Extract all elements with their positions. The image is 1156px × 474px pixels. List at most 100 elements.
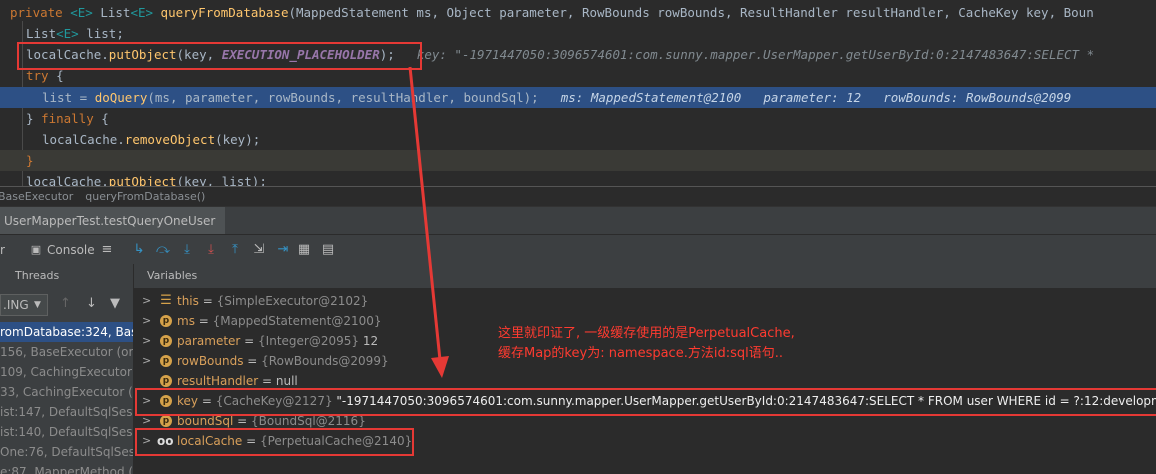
breadcrumb: BaseExecutor queryFromDatabase() <box>0 186 1156 207</box>
code-line-6[interactable]: } finally { <box>0 108 1156 129</box>
frames-panel: Threads .ING ▼ ↑ ↓ ▼ romDatabase:324, Ba… <box>0 264 134 474</box>
variable-row-this[interactable]: > ☰ this = {SimpleExecutor@2102} <box>134 291 1156 311</box>
put-object-call-2: putObject <box>108 174 177 186</box>
parameter-icon: p <box>160 375 172 387</box>
inline-hint-ms: ms: MappedStatement@2100 <box>560 90 742 105</box>
variable-name: boundSql <box>177 414 234 428</box>
keyword-private: private <box>10 5 63 20</box>
thread-selector[interactable]: .ING ▼ <box>0 294 48 316</box>
equals: = <box>194 314 213 328</box>
execution-point-line[interactable]: list = doQuery(ms, parameter, rowBounds,… <box>0 87 1156 108</box>
frame-row[interactable]: e:87, MapperMethod (o <box>0 462 133 474</box>
evaluate-expression-icon[interactable]: ▦ <box>296 241 312 259</box>
inline-hint-parameter: parameter: 12 <box>763 90 862 105</box>
annotation-line-2: 缓存Map的key为: namespace.方法id:sql语句.. <box>498 346 783 361</box>
local-var: list; <box>78 26 124 41</box>
arrow-down-icon[interactable]: ↓ <box>86 296 97 311</box>
drop-frame-icon[interactable]: ⇲ <box>251 241 267 259</box>
code-line-2[interactable]: List<E> list; <box>0 23 1156 44</box>
code-editor[interactable]: private <E> List<E> queryFromDatabase(Ma… <box>0 0 1156 186</box>
console-icon: ▣ <box>30 243 42 256</box>
variable-name: rowBounds <box>177 354 244 368</box>
put-placeholder-highlight-box <box>17 42 422 70</box>
call-args: (key, list); <box>176 174 267 186</box>
remove-object-call: removeObject <box>124 132 216 147</box>
variable-type: {Integer@2095} <box>258 334 360 348</box>
parameter-icon: p <box>160 315 172 327</box>
breadcrumb-class[interactable]: BaseExecutor <box>0 190 73 203</box>
arrow-up-icon[interactable]: ↑ <box>60 296 71 311</box>
local-type: List <box>26 26 57 41</box>
chevron-right-icon[interactable]: > <box>142 331 151 351</box>
parameter-icon: p <box>160 355 172 367</box>
cache-ref: localCache. <box>26 174 109 186</box>
thread-selector-value: .ING <box>3 298 29 312</box>
fields-icon: ☰ <box>160 293 172 308</box>
inline-value-hint: key: "-1971447050:3096574601:com.sunny.m… <box>416 47 1095 62</box>
variable-value: null <box>275 374 298 388</box>
variable-type: {MappedStatement@2100} <box>212 314 382 328</box>
close-brace: } <box>26 153 34 168</box>
method-name: queryFromDatabase <box>160 5 289 20</box>
close-brace: } <box>26 111 42 126</box>
chevron-right-icon[interactable]: > <box>142 311 151 331</box>
return-type: List <box>100 5 131 20</box>
force-step-into-icon[interactable]: ⤓ <box>203 241 219 259</box>
frame-row[interactable]: romDatabase:324, Bas <box>0 322 133 342</box>
chevron-right-icon[interactable]: > <box>142 291 151 311</box>
variables-header: Variables <box>134 264 1156 289</box>
variable-type: {RowBounds@2099} <box>261 354 389 368</box>
do-query-args: (ms, parameter, rowBounds, resultHandler… <box>147 90 539 105</box>
debug-tab-bar: UserMapperTest.testQueryOneUser <box>0 206 1156 235</box>
variable-value: 12 <box>359 334 379 348</box>
key-highlight-box <box>135 388 1156 416</box>
frame-row[interactable]: ist:147, DefaultSqlSessi <box>0 402 133 422</box>
variable-type: {SimpleExecutor@2102} <box>216 294 369 308</box>
step-over-icon[interactable]: ⤼ <box>155 241 171 259</box>
threads-label[interactable]: Threads <box>15 264 59 288</box>
local-type-param: <E> <box>56 26 79 41</box>
equals: = <box>233 414 252 428</box>
code-line-1[interactable]: private <E> List<E> queryFromDatabase(Ma… <box>0 2 1156 23</box>
equals: = <box>198 294 217 308</box>
type-param: <E> <box>70 5 93 20</box>
run-to-cursor-icon[interactable]: ⇥ <box>275 241 291 259</box>
show-execution-point-icon[interactable]: ↳ <box>131 241 147 259</box>
frame-row[interactable]: 156, BaseExecutor (org. <box>0 342 133 362</box>
debug-session-tab[interactable]: UserMapperTest.testQueryOneUser <box>0 207 226 235</box>
step-out-icon[interactable]: ⤒ <box>227 241 243 259</box>
parameter-icon: p <box>160 415 172 427</box>
filter-icon[interactable]: ▼ <box>110 296 120 311</box>
debug-toolbar: r ▣ Console ≡ ↳ ⤼ ⤓ ⤓ ⤒ ⇲ ⇥ ▦ ▤ <box>0 234 1156 266</box>
variable-type: {BoundSql@2116} <box>251 414 366 428</box>
breadcrumb-method[interactable]: queryFromDatabase() <box>85 190 205 203</box>
frame-row[interactable]: 109, CachingExecutor (o <box>0 362 133 382</box>
code-line-8[interactable]: } <box>0 150 1156 171</box>
parameter-icon: p <box>160 335 172 347</box>
frames-header: Threads <box>0 264 133 288</box>
menu-icon[interactable]: ≡ <box>99 241 115 259</box>
do-query-call: doQuery <box>94 90 148 105</box>
code-line-9[interactable]: localCache.putObject(key, list); <box>0 171 1156 186</box>
console-tab[interactable]: Console <box>47 240 95 260</box>
annotation-line-1: 这里就印证了, 一级缓存使用的是PerpetualCache, <box>498 326 795 341</box>
keyword-finally: finally <box>41 111 94 126</box>
localcache-highlight-box <box>135 428 414 456</box>
cache-ref: localCache. <box>42 132 125 147</box>
code-line-7[interactable]: localCache.removeObject(key); <box>0 129 1156 150</box>
trace-icon[interactable]: ▤ <box>320 241 336 259</box>
brace: { <box>48 68 64 83</box>
keyword-try: try <box>26 68 49 83</box>
frame-row[interactable]: 33, CachingExecutor (o <box>0 382 133 402</box>
variable-name: parameter <box>177 334 241 348</box>
open-brace: { <box>93 111 109 126</box>
step-into-icon[interactable]: ⤓ <box>179 241 195 259</box>
frame-row[interactable]: ist:140, DefaultSqlSessi <box>0 422 133 442</box>
chevron-right-icon[interactable]: > <box>142 351 151 371</box>
debugger-tab[interactable]: r <box>0 240 5 260</box>
frame-row[interactable]: One:76, DefaultSqlSessi <box>0 442 133 462</box>
variable-name: this <box>177 294 199 308</box>
inline-hint-rowbounds: rowBounds: RowBounds@2099 <box>883 90 1072 105</box>
variable-name: ms <box>177 314 195 328</box>
equals: = <box>243 354 262 368</box>
